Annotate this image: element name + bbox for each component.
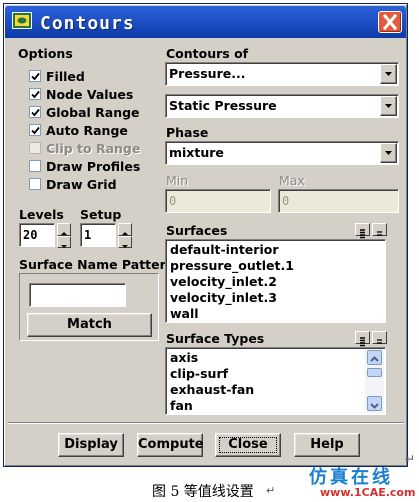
phase-value: mixture — [169, 145, 224, 160]
phase-dropdown-button[interactable] — [380, 143, 397, 163]
contours-of-label: Contours of — [166, 46, 249, 61]
levels-spin-up[interactable] — [57, 223, 71, 236]
levels-spin-down[interactable] — [57, 236, 71, 248]
clip-to-range-checkbox[interactable] — [29, 142, 41, 154]
close-icon — [382, 13, 398, 31]
surfaces-list-item[interactable]: pressure_outlet.1 — [170, 258, 294, 274]
draw-grid-label: Draw Grid — [46, 177, 117, 192]
auto-range-checkbox[interactable] — [29, 124, 41, 136]
contours-category-dropdown-button[interactable] — [380, 64, 397, 84]
arrow-down-icon — [122, 245, 128, 248]
close-button[interactable]: Close — [215, 433, 281, 457]
surface-types-label: Surface Types — [166, 331, 265, 346]
surface-types-deselect-all-button[interactable] — [372, 331, 387, 344]
max-label: Max — [279, 173, 305, 188]
caption-paragraph-mark: ↵ — [266, 484, 276, 497]
min-input[interactable]: 0 — [165, 189, 271, 213]
surfaces-label: Surfaces — [166, 223, 228, 238]
app-icon — [12, 12, 32, 29]
max-input[interactable]: 0 — [278, 189, 399, 213]
min-value: 0 — [169, 194, 177, 208]
match-button[interactable]: Match — [27, 313, 152, 337]
window-title: Contours — [40, 13, 135, 34]
draw-grid-checkbox[interactable] — [29, 178, 41, 190]
clip-to-range-label: Clip to Range — [46, 141, 141, 156]
surface-types-list-item[interactable]: axis — [170, 350, 198, 366]
surface-types-list-item[interactable]: fan — [170, 398, 193, 414]
chevron-up-icon — [370, 356, 379, 362]
surface-name-pattern-label: Surface Name Pattern — [19, 257, 175, 272]
scroll-thumb[interactable] — [367, 368, 382, 377]
watermark-url: www.1CAE.com — [320, 486, 416, 499]
global-range-checkbox[interactable] — [29, 106, 41, 118]
contours-variable-value: Static Pressure — [169, 98, 277, 113]
options-heading: Options — [18, 46, 73, 61]
levels-input[interactable]: 20 — [19, 223, 55, 247]
chevron-down-icon — [385, 72, 392, 76]
auto-range-label: Auto Range — [46, 123, 128, 138]
compute-button[interactable]: Compute — [137, 433, 204, 457]
chevron-down-icon — [370, 403, 379, 409]
check-icon — [31, 108, 40, 117]
surface-types-list-item[interactable]: clip-surf — [170, 366, 228, 382]
surface-types-scrollbar[interactable] — [365, 349, 384, 413]
deselect-all-icon — [377, 231, 382, 236]
phase-dropdown[interactable]: mixture — [165, 141, 399, 165]
scroll-down-button[interactable] — [367, 396, 382, 411]
levels-value: 20 — [23, 228, 38, 242]
surface-types-list-item[interactable]: exhaust-fan — [170, 382, 254, 398]
surfaces-select-all-button[interactable] — [355, 223, 370, 239]
surface-types-select-all-button[interactable] — [355, 331, 370, 347]
draw-profiles-checkbox[interactable] — [29, 160, 41, 172]
min-label: Min — [166, 173, 189, 188]
surfaces-list-item[interactable]: default-interior — [170, 242, 278, 258]
surfaces-deselect-all-button[interactable] — [372, 223, 387, 236]
display-button[interactable]: Display — [58, 433, 124, 457]
phase-label: Phase — [166, 125, 209, 140]
max-value: 0 — [282, 194, 290, 208]
surface-name-pattern-input[interactable] — [29, 283, 126, 307]
setup-value: 1 — [84, 228, 92, 242]
contours-category-value: Pressure... — [169, 66, 246, 81]
paragraph-mark: ↵ — [405, 452, 416, 466]
chevron-down-icon — [385, 151, 392, 155]
surface-types-list[interactable]: axis clip-surf exhaust-fan fan — [165, 347, 386, 415]
surfaces-list[interactable]: default-interior pressure_outlet.1 veloc… — [165, 239, 386, 323]
contours-category-dropdown[interactable]: Pressure... — [165, 62, 399, 86]
surfaces-list-item[interactable]: velocity_inlet.2 — [170, 274, 277, 290]
node-values-label: Node Values — [46, 87, 134, 102]
figure-caption: 图 5 等值线设置 — [152, 484, 254, 500]
contours-variable-dropdown[interactable]: Static Pressure — [165, 94, 399, 118]
node-values-checkbox[interactable] — [29, 88, 41, 100]
check-icon — [31, 90, 40, 99]
setup-label: Setup — [80, 207, 122, 222]
button-row-separator — [8, 422, 404, 424]
surfaces-list-item[interactable]: velocity_inlet.3 — [170, 290, 277, 306]
chevron-down-icon — [385, 104, 392, 108]
filled-label: Filled — [46, 69, 85, 84]
scroll-up-button[interactable] — [367, 350, 382, 365]
global-range-label: Global Range — [46, 105, 140, 120]
setup-spin-up[interactable] — [118, 223, 132, 236]
arrow-down-icon — [61, 245, 67, 248]
select-all-icon — [360, 337, 365, 347]
setup-input[interactable]: 1 — [80, 223, 116, 247]
draw-profiles-label: Draw Profiles — [46, 159, 141, 174]
surfaces-list-item[interactable]: wall — [170, 306, 199, 322]
contours-variable-dropdown-button[interactable] — [380, 96, 397, 116]
help-button[interactable]: Help — [294, 433, 360, 457]
setup-spin-down[interactable] — [118, 236, 132, 248]
levels-label: Levels — [19, 207, 64, 222]
close-window-button[interactable] — [378, 11, 402, 33]
check-icon — [31, 126, 40, 135]
deselect-all-icon — [377, 339, 382, 344]
check-icon — [31, 72, 40, 81]
select-all-icon — [360, 229, 365, 239]
filled-checkbox[interactable] — [29, 70, 41, 82]
